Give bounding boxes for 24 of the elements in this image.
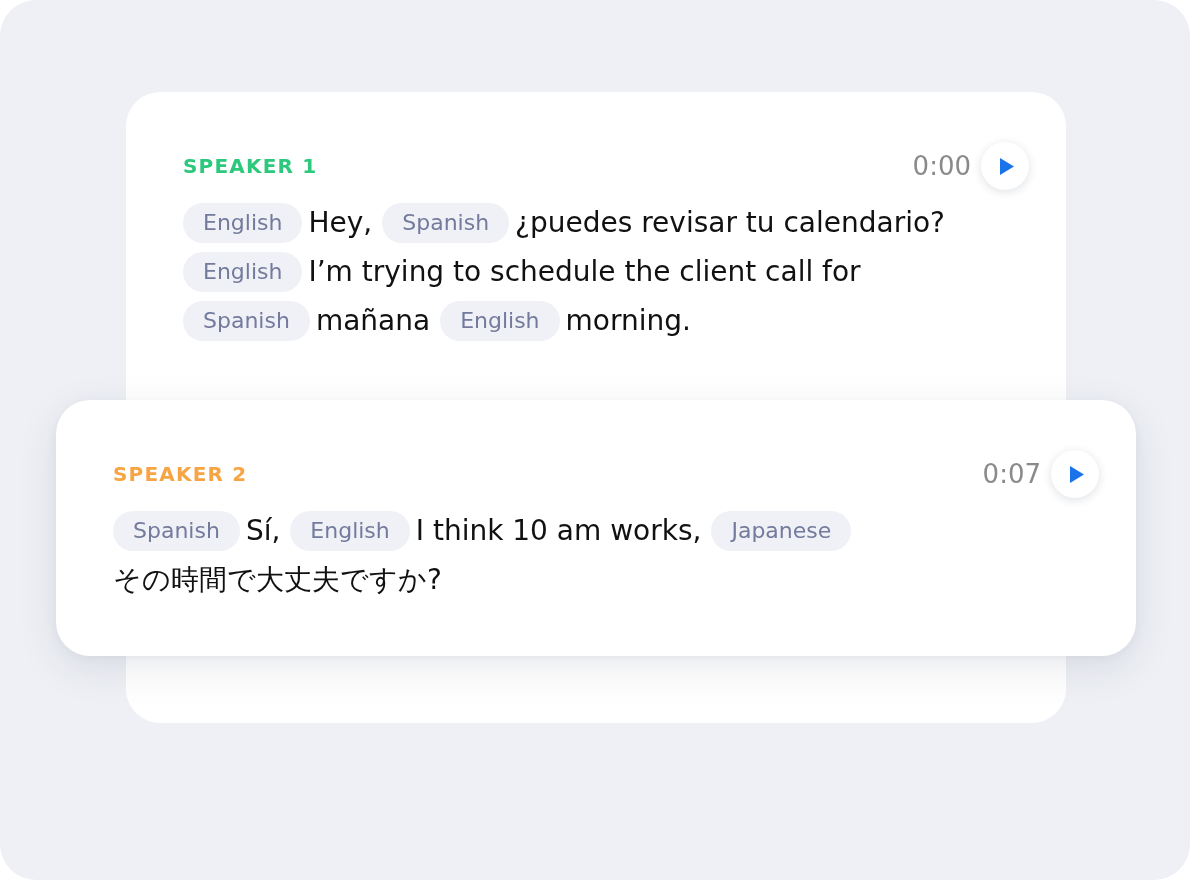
transcript-text: I’m trying to schedule the client call for xyxy=(308,255,861,288)
language-tag: English xyxy=(290,511,410,551)
play-icon xyxy=(1070,465,1084,483)
transcript-text: morning. xyxy=(565,304,691,337)
language-tag: Japanese xyxy=(711,511,852,551)
transcript-text: Sí, xyxy=(245,514,281,547)
speaker-label: SPEAKER 2 xyxy=(113,462,248,486)
transcript-text: ¿puedes revisar tu calendario? xyxy=(515,206,945,239)
play-button[interactable] xyxy=(981,142,1029,190)
play-button[interactable] xyxy=(1051,450,1099,498)
language-tag: English xyxy=(183,203,303,243)
transcript-text: mañana xyxy=(315,304,431,337)
language-tag: English xyxy=(440,301,560,341)
transcript-text: その時間で大丈夫ですか? xyxy=(113,563,442,596)
play-icon xyxy=(1000,157,1014,175)
language-tag: English xyxy=(183,252,303,292)
timestamp: 0:00 xyxy=(912,151,971,181)
timestamp: 0:07 xyxy=(982,459,1041,489)
transcript-text: I think 10 am works, xyxy=(415,514,702,547)
transcript-text: Hey, xyxy=(308,206,373,239)
language-tag: Spanish xyxy=(382,203,510,243)
language-tag: Spanish xyxy=(113,511,240,551)
language-tag: Spanish xyxy=(183,301,310,341)
speaker-label: SPEAKER 1 xyxy=(183,154,318,178)
